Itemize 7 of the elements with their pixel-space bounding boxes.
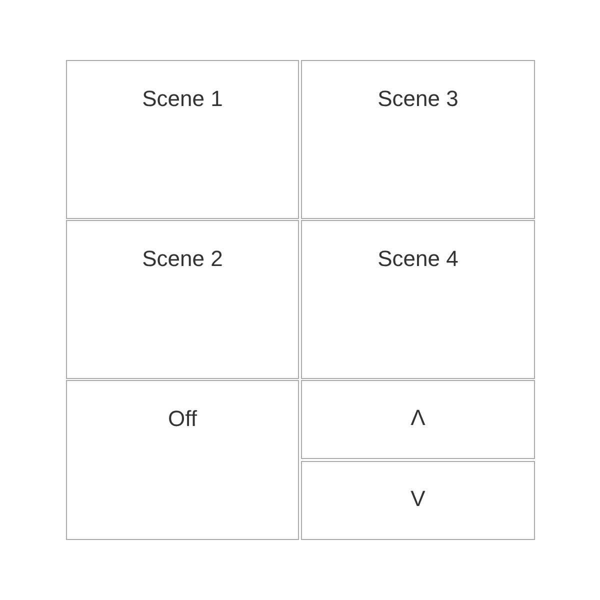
up-arrow-button[interactable]: Λ [301, 380, 535, 459]
scene-button[interactable]: Scene 1 [66, 60, 299, 219]
scene-button[interactable]: Scene 4 [301, 220, 535, 379]
down-arrow-button[interactable]: V [301, 461, 535, 540]
scene-button[interactable]: Scene 3 [301, 60, 535, 219]
off-button[interactable]: Off [66, 380, 299, 540]
scene-button[interactable]: Scene 2 [66, 220, 299, 379]
